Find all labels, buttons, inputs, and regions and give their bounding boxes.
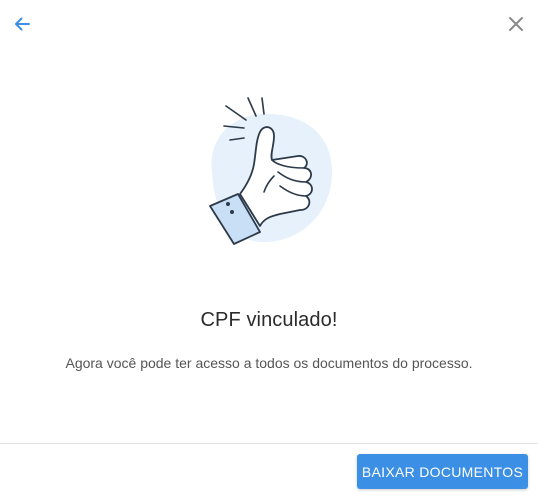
dialog-title: CPF vinculado!: [200, 309, 338, 331]
dialog-message: Agora você pode ter acesso a todos os do…: [65, 355, 473, 371]
close-button[interactable]: [500, 8, 532, 40]
arrow-left-icon: [15, 17, 30, 31]
thumbs-up-illustration: [190, 94, 350, 254]
close-icon: [509, 17, 523, 31]
cpf-linked-dialog: CPF vinculado! Agora você pode ter acess…: [0, 0, 538, 492]
download-documents-button[interactable]: BAIXAR DOCUMENTOS: [357, 454, 528, 489]
back-button[interactable]: [6, 8, 38, 40]
thumbs-up-icon: [209, 97, 332, 245]
footer-divider: [0, 443, 538, 444]
